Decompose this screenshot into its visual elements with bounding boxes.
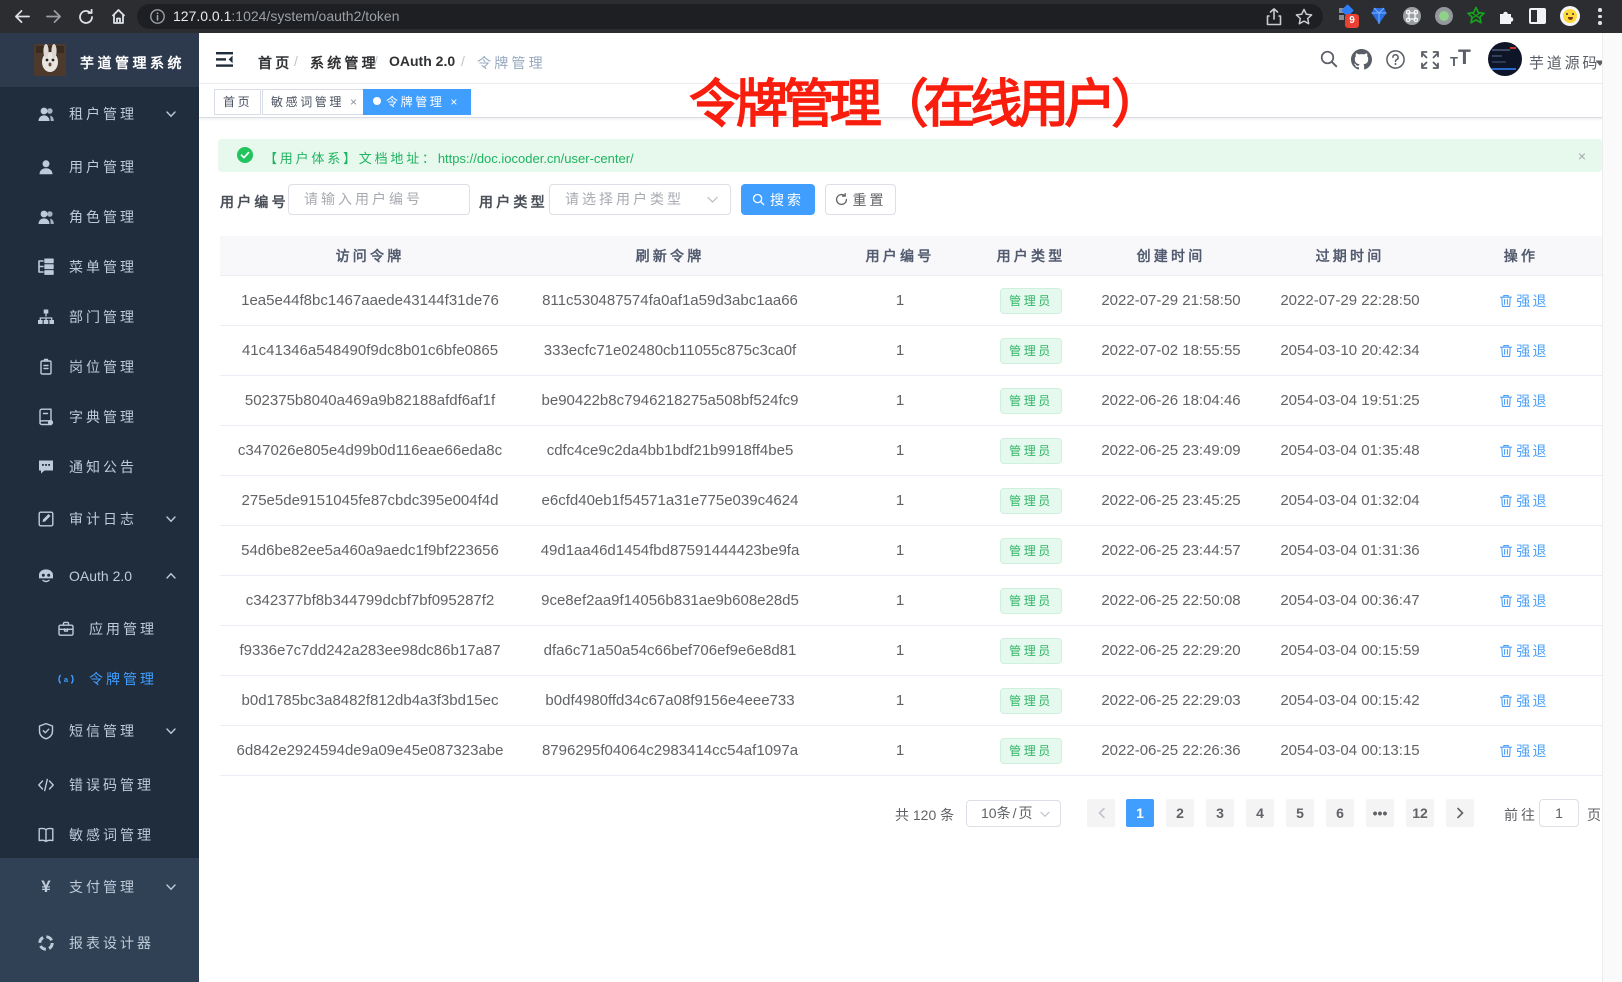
svg-text:a: a — [64, 675, 69, 684]
